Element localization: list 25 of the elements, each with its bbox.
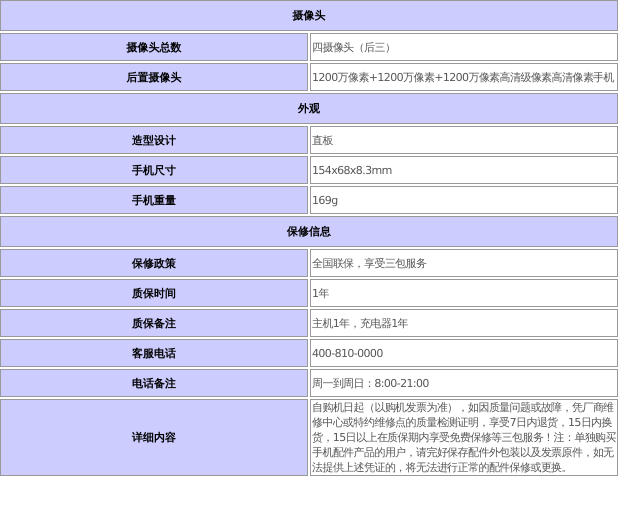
spec-label: 客服电话 [0, 339, 308, 367]
spec-value: 154x68x8.3mm [310, 156, 618, 184]
spec-value: 全国联保，享受三包服务 [310, 249, 618, 277]
spec-label: 质保时间 [0, 279, 308, 307]
spec-label: 详细内容 [0, 399, 308, 476]
spec-label: 电话备注 [0, 369, 308, 397]
spec-label: 后置摄像头 [0, 63, 308, 91]
spec-value: 周一到周日：8:00-21:00 [310, 369, 618, 397]
spec-value: 自购机日起（以购机发票为准），如因质量问题或故障，凭厂商维修中心或特约维修点的质量检测证明，享受7日内退货，15日内换货，15日以上在质保期内享受免费保修等三包服务！注：单独购买手机配件产品的用户，请完好保存配件外包装以及发票原件，如无法提供上述凭证的，将无法进行正常的配件保修或更换。 [310, 399, 618, 476]
spec-value: 直板 [310, 126, 618, 154]
spec-label: 造型设计 [0, 126, 308, 154]
spec-label: 摄像头总数 [0, 33, 308, 61]
spec-label: 手机重量 [0, 186, 308, 214]
spec-label: 手机尺寸 [0, 156, 308, 184]
spec-value: 400-810-0000 [310, 339, 618, 367]
spec-label: 质保备注 [0, 309, 308, 337]
spec-value: 1200万像素+1200万像素+1200万像素高清级像素高清像素手机 [310, 63, 618, 91]
spec-label: 保修政策 [0, 249, 308, 277]
section-header: 外观 [0, 93, 618, 124]
section-header: 保修信息 [0, 216, 618, 247]
spec-value: 169g [310, 186, 618, 214]
spec-value: 四摄像头（后三） [310, 33, 618, 61]
spec-value: 1年 [310, 279, 618, 307]
spec-value: 主机1年，充电器1年 [310, 309, 618, 337]
section-header: 摄像头 [0, 0, 618, 31]
